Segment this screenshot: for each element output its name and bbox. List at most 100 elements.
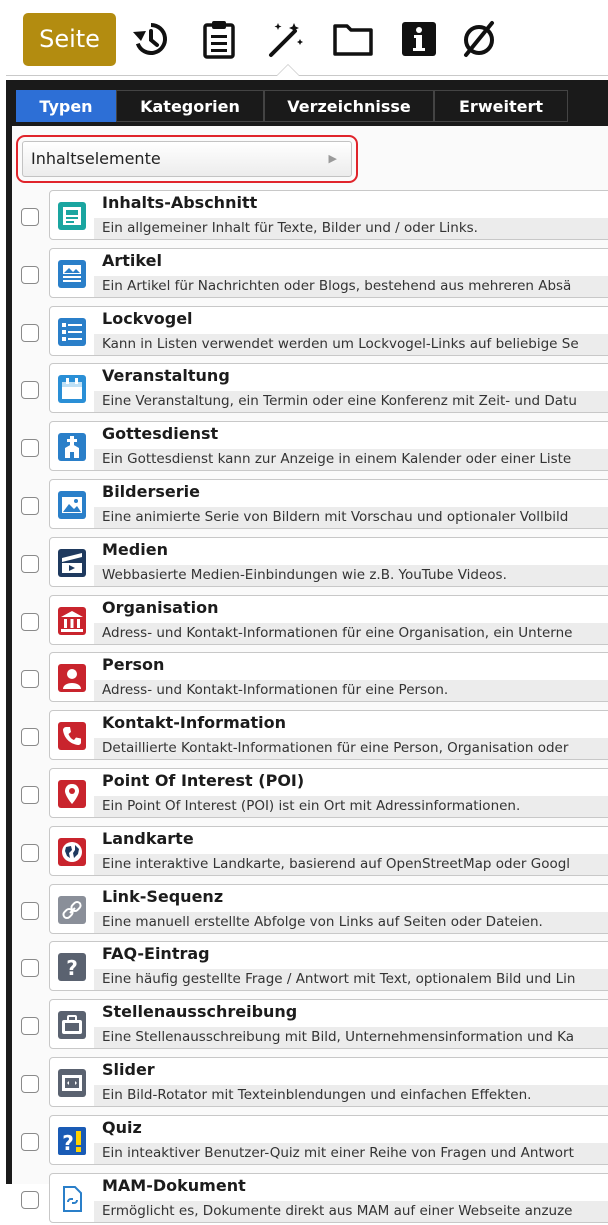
list-item[interactable]: Inhalts-Abschnitt Ein allgemeiner Inhalt … [12,190,608,242]
item-title: Bilderserie [102,482,200,501]
tab-erweitert[interactable]: Erweitert [434,90,568,122]
item-checkbox[interactable] [21,728,39,747]
item-description: Ein Gottesdienst kann zur Anzeige in ein… [94,449,608,471]
no-entry-icon[interactable] [456,16,502,62]
article-icon [58,259,86,288]
seite-button[interactable]: Seite [23,13,116,66]
item-checkbox[interactable] [21,554,39,573]
item-card[interactable]: Landkarte Eine interaktive Landkarte, bas… [49,825,608,876]
list-icon [58,317,86,346]
tab-bar: Typen Kategorien Verzeichnisse Erweitert [12,86,608,126]
item-checkbox[interactable] [21,1190,39,1209]
content-section-icon [58,202,86,230]
item-description: Ein Artikel für Nachrichten oder Blogs, … [94,275,608,297]
item-card[interactable]: Slider Ein Bild-Rotator mit Texteinblendu… [49,1057,608,1107]
list-item[interactable]: Lockvogel Kann in Listen verwendet werden… [12,305,608,358]
item-title: Point Of Interest (POI) [102,771,305,790]
question-icon: ? [58,953,86,982]
list-item[interactable]: Gottesdienst Ein Gottesdienst kann zur An… [12,421,608,473]
item-checkbox[interactable] [21,381,39,400]
folder-icon[interactable] [330,16,376,62]
tab-verzeichnisse[interactable]: Verzeichnisse [264,90,434,122]
item-checkbox[interactable] [21,1017,39,1036]
list-item[interactable]: Person Adress- und Kontakt-Informationen … [12,652,608,704]
list-item[interactable]: Link-Sequenz Eine manuell erstellte Abfol… [12,883,608,936]
item-checkbox[interactable] [21,323,39,342]
map-pin-icon [58,780,86,808]
list-item[interactable]: Organisation Adress- und Kontakt-Informat… [12,594,608,647]
item-description: Eine Stellenausschreibung mit Bild, Unte… [94,1027,608,1049]
item-checkbox[interactable] [21,1132,39,1151]
item-description: Webbasierte Medien-Einbindungen wie z.B.… [94,564,608,586]
item-checkbox[interactable] [21,612,39,631]
item-card[interactable]: ? Quiz Ein inteaktiver Benutzer-Quiz mit e… [49,1114,608,1165]
item-title: Organisation [102,597,219,617]
active-tool-pointer [276,64,300,76]
list-item[interactable]: Kontakt-Information Detaillierte Kontakt-… [12,710,608,762]
item-title: Inhalts-Abschnitt [102,193,258,212]
item-card[interactable]: Stellenausschreibung Eine Stellenausschre… [49,999,608,1050]
item-card[interactable]: ? FAQ-Eintrag Eine häufig gestellte Frage … [49,941,608,992]
item-card[interactable]: Artikel Ein Artikel für Nachrichten oder … [49,247,608,298]
item-card[interactable]: Medien Webbasierte Medien-Einbindungen wi… [49,536,608,587]
item-card[interactable]: Organisation Adress- und Kontakt-Informat… [49,594,608,645]
phone-icon [58,722,86,751]
item-checkbox[interactable] [21,1075,39,1093]
church-icon [58,433,86,462]
item-checkbox[interactable] [21,786,39,804]
info-icon[interactable] [396,16,442,62]
item-description: Detaillierte Kontakt-Informationen für e… [94,738,608,760]
item-card[interactable]: MAM-Dokument Ermöglicht es, Dokumente dir… [49,1172,608,1223]
person-icon [58,664,86,693]
tab-typen[interactable]: Typen [16,90,116,122]
briefcase-icon [58,1011,86,1040]
chevron-right-icon: ▶ [328,152,337,165]
item-checkbox[interactable] [21,208,39,226]
item-description: Eine manuell erstellte Abfolge von Links… [94,911,608,933]
item-card[interactable]: Gottesdienst Ein Gottesdienst kann zur An… [49,421,608,472]
item-description: Ein Bild-Rotator mit Texteinblendungen u… [94,1085,608,1106]
media-icon [58,548,86,577]
list-item[interactable]: Stellenausschreibung Eine Stellenausschre… [12,999,608,1051]
slider-icon [58,1069,86,1097]
item-checkbox[interactable] [21,670,39,689]
list-item[interactable]: ? Quiz Ein inteaktiver Benutzer-Quiz mit e… [12,1114,608,1167]
item-checkbox[interactable] [21,959,39,978]
item-checkbox[interactable] [21,901,39,920]
item-checkbox[interactable] [21,843,39,862]
list-item[interactable]: Veranstaltung Eine Veranstaltung, ein Ter… [12,363,608,415]
item-card[interactable]: Point Of Interest (POI) Ein Point Of Inte… [49,768,608,818]
list-item[interactable]: MAM-Dokument Ermöglicht es, Dokumente dir… [12,1172,608,1225]
clipboard-icon[interactable] [196,16,242,62]
tab-content: Inhaltselemente ▶ Inhalts-Abschnitt Ein a… [12,126,608,1223]
item-checkbox[interactable] [21,439,39,458]
magic-wand-icon[interactable] [262,16,308,62]
item-title: Veranstaltung [102,366,230,386]
svg-text:?: ? [62,1131,74,1155]
tab-kategorien[interactable]: Kategorien [116,90,264,122]
item-title: Medien [102,539,168,559]
category-dropdown[interactable]: Inhaltselemente ▶ [22,141,352,177]
item-card[interactable]: Bilderserie Eine animierte Serie von Bild… [49,479,608,529]
list-item[interactable]: ? FAQ-Eintrag Eine häufig gestellte Frage … [12,941,608,993]
item-card[interactable]: Link-Sequenz Eine manuell erstellte Abfol… [49,883,608,934]
item-description: Adress- und Kontakt-Informationen für ei… [94,622,608,644]
item-card[interactable]: Veranstaltung Eine Veranstaltung, ein Ter… [49,363,608,414]
item-card[interactable]: Person Adress- und Kontakt-Informationen … [49,652,608,703]
list-item[interactable]: Artikel Ein Artikel für Nachrichten oder … [12,247,608,300]
list-item[interactable]: Bilderserie Eine animierte Serie von Bild… [12,479,608,531]
list-item[interactable]: Landkarte Eine interaktive Landkarte, bas… [12,825,608,878]
item-checkbox[interactable] [21,265,39,284]
document-link-icon [58,1184,86,1213]
item-description: Kann in Listen verwendet werden um Lockv… [94,333,608,355]
item-checkbox[interactable] [21,497,39,515]
list-item[interactable]: Point Of Interest (POI) Ein Point Of Inte… [12,768,608,820]
item-card[interactable]: Kontakt-Information Detaillierte Kontakt-… [49,710,608,761]
history-icon[interactable] [128,16,174,62]
item-card[interactable]: Inhalts-Abschnitt Ein allgemeiner Inhalt … [49,190,608,240]
calendar-icon [58,375,86,404]
list-item[interactable]: Medien Webbasierte Medien-Einbindungen wi… [12,536,608,589]
list-item[interactable]: Slider Ein Bild-Rotator mit Texteinblendu… [12,1057,608,1109]
item-description: Ein inteaktiver Benutzer-Quiz mit einer … [94,1142,608,1164]
item-card[interactable]: Lockvogel Kann in Listen verwendet werden… [49,305,608,356]
